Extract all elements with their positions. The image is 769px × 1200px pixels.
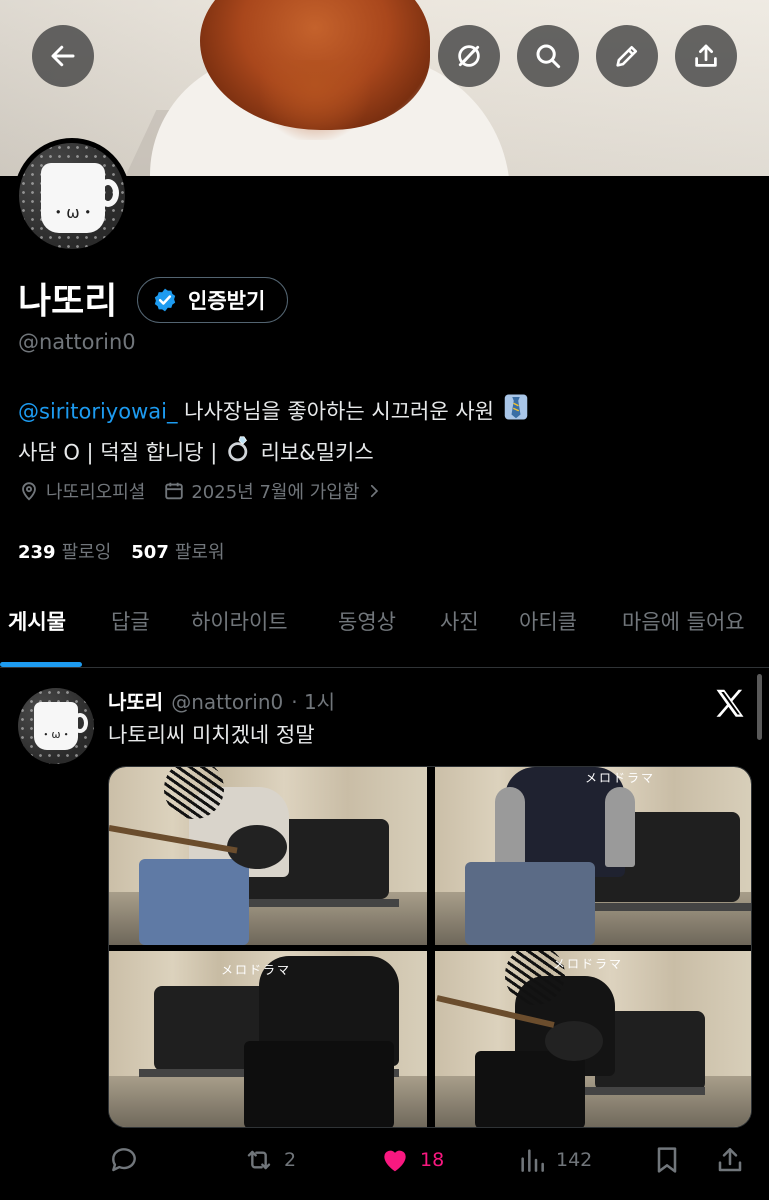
share-post-button[interactable] [714,1140,746,1180]
follow-stats: 239 팔로잉 507 팔로워 [18,538,225,564]
profile-bio: @siritoriyowai_ 나사장님을 좋아하는 시끄러운 사원 사담 O … [18,392,531,474]
media-image-3[interactable]: メロドラマ [109,951,427,1127]
joined-text: 2025년 7월에 가입함 [191,482,360,503]
post-cup-face: ・ω・ [40,728,72,741]
media-caption-1: メロドラマ [585,771,656,785]
profile-meta: 나또리오피셜 2025년 7월에 가입함 [18,478,401,504]
active-tab-indicator [0,662,82,667]
location-pin-icon [22,482,36,501]
media-caption-3: メロドラマ [553,957,624,971]
tab-highlights[interactable]: 하이라이트 [191,606,288,636]
retweet-icon [247,1150,271,1170]
retweet-count: 2 [284,1149,297,1171]
translate-off-icon [458,45,480,67]
profile-tabs: 게시물 답글 하이라이트 동영상 사진 아티클 마음에 들어요 [0,592,769,668]
post-text: 나토리씨 미치겠네 정말 [108,723,315,747]
following-count: 239 [18,542,56,563]
post-time: · 1시 [291,690,336,714]
bio-mention-link[interactable]: @siritoriyowai_ [18,400,177,424]
post-avatar-cup-handle [72,713,88,733]
profile-name: 나또리 [18,281,118,322]
following-label: 팔로잉 [61,542,112,563]
back-arrow-icon [51,45,75,67]
views-button[interactable]: 142 [516,1140,592,1180]
edit-pencil-icon [616,45,638,67]
heart-icon [384,1150,406,1172]
share-button[interactable] [675,25,737,87]
avatar-image: ・ω・ [19,143,125,249]
tab-likes[interactable]: 마음에 들어요 [622,606,745,636]
tab-photos[interactable]: 사진 [440,606,479,636]
media-caption-2: メロドラマ [221,963,292,977]
bio-line-2: 사담 O | 덕질 합니당 | 리보&밀키스 [18,433,531,474]
banner-hair-strand [260,60,370,140]
guitar-body [545,1021,603,1061]
joined-item[interactable]: 2025년 7월에 가입함 [163,478,383,504]
like-count: 18 [420,1149,445,1171]
location-text: 나또리오피셜 [46,482,146,503]
person-legs [475,1051,585,1127]
bio-text-1: 나사장님을 좋아하는 시끄러운 사원 [184,399,494,424]
like-button[interactable]: 18 [378,1140,444,1180]
edit-button[interactable] [596,25,658,87]
profile-handle: @nattorin0 [18,330,136,354]
ring-emoji-icon [224,433,254,474]
post-media-grid[interactable]: メロドラマ メロドラマ メロドラマ [108,766,752,1128]
translate-button[interactable] [438,25,500,87]
cup-face: ・ω・ [50,203,96,222]
followers-label: 팔로워 [174,542,225,563]
get-verified-button[interactable]: 인증받기 [137,277,289,323]
retweet-button[interactable]: 2 [242,1140,296,1180]
share-upload-icon [695,44,717,67]
get-verified-label: 인증받기 [188,289,266,313]
post-avatar[interactable]: ・ω・ [18,688,94,764]
person-legs [465,862,595,945]
back-button[interactable] [32,25,94,87]
media-image-1[interactable] [109,767,427,945]
tab-articles[interactable]: 아티클 [519,606,577,636]
person-arm-right [605,787,635,867]
verified-badge-icon [154,288,176,312]
chevron-right-icon [371,484,379,498]
location-item: 나또리오피셜 [18,478,145,504]
person-legs [139,859,249,945]
post-author-name[interactable]: 나또리 [108,686,163,715]
bookmark-button[interactable] [651,1140,683,1180]
person-legs [244,1041,394,1127]
avatar-cup: ・ω・ [41,163,105,233]
scrollbar[interactable] [757,674,762,740]
bookmark-icon [657,1147,677,1173]
calendar-icon [165,482,184,500]
search-button[interactable] [517,25,579,87]
bio-text-2a: 사담 O | 덕질 합니당 | [18,440,224,465]
tab-posts[interactable]: 게시물 [8,606,66,636]
bio-line-1: @siritoriyowai_ 나사장님을 좋아하는 시끄러운 사원 [18,392,531,433]
media-image-4[interactable]: メロドラマ [435,951,751,1127]
necktie-emoji-icon [501,392,531,433]
profile-avatar[interactable]: ・ω・ [14,138,130,254]
views-icon [521,1149,544,1172]
post-header: 나또리 @nattorin0 · 1시 [108,686,335,715]
reply-icon [112,1148,136,1172]
tab-replies[interactable]: 답글 [111,606,150,636]
post-author-handle[interactable]: @nattorin0 [171,690,283,714]
reply-button[interactable] [108,1140,140,1180]
share-icon [718,1148,742,1172]
avatar-cup-handle [97,179,119,207]
search-icon [536,44,561,69]
person-arm [495,787,525,867]
tab-videos[interactable]: 동영상 [338,606,396,636]
media-image-2[interactable]: メロドラマ [435,767,751,945]
followers-count: 507 [131,542,169,563]
views-count: 142 [556,1149,593,1171]
bio-text-2b: 리보&밀키스 [260,440,374,465]
followers-link[interactable]: 507 팔로워 [131,538,224,564]
following-link[interactable]: 239 팔로잉 [18,538,111,564]
post-action-bar: 2 18 142 [108,1140,758,1180]
x-logo-icon [716,689,744,717]
